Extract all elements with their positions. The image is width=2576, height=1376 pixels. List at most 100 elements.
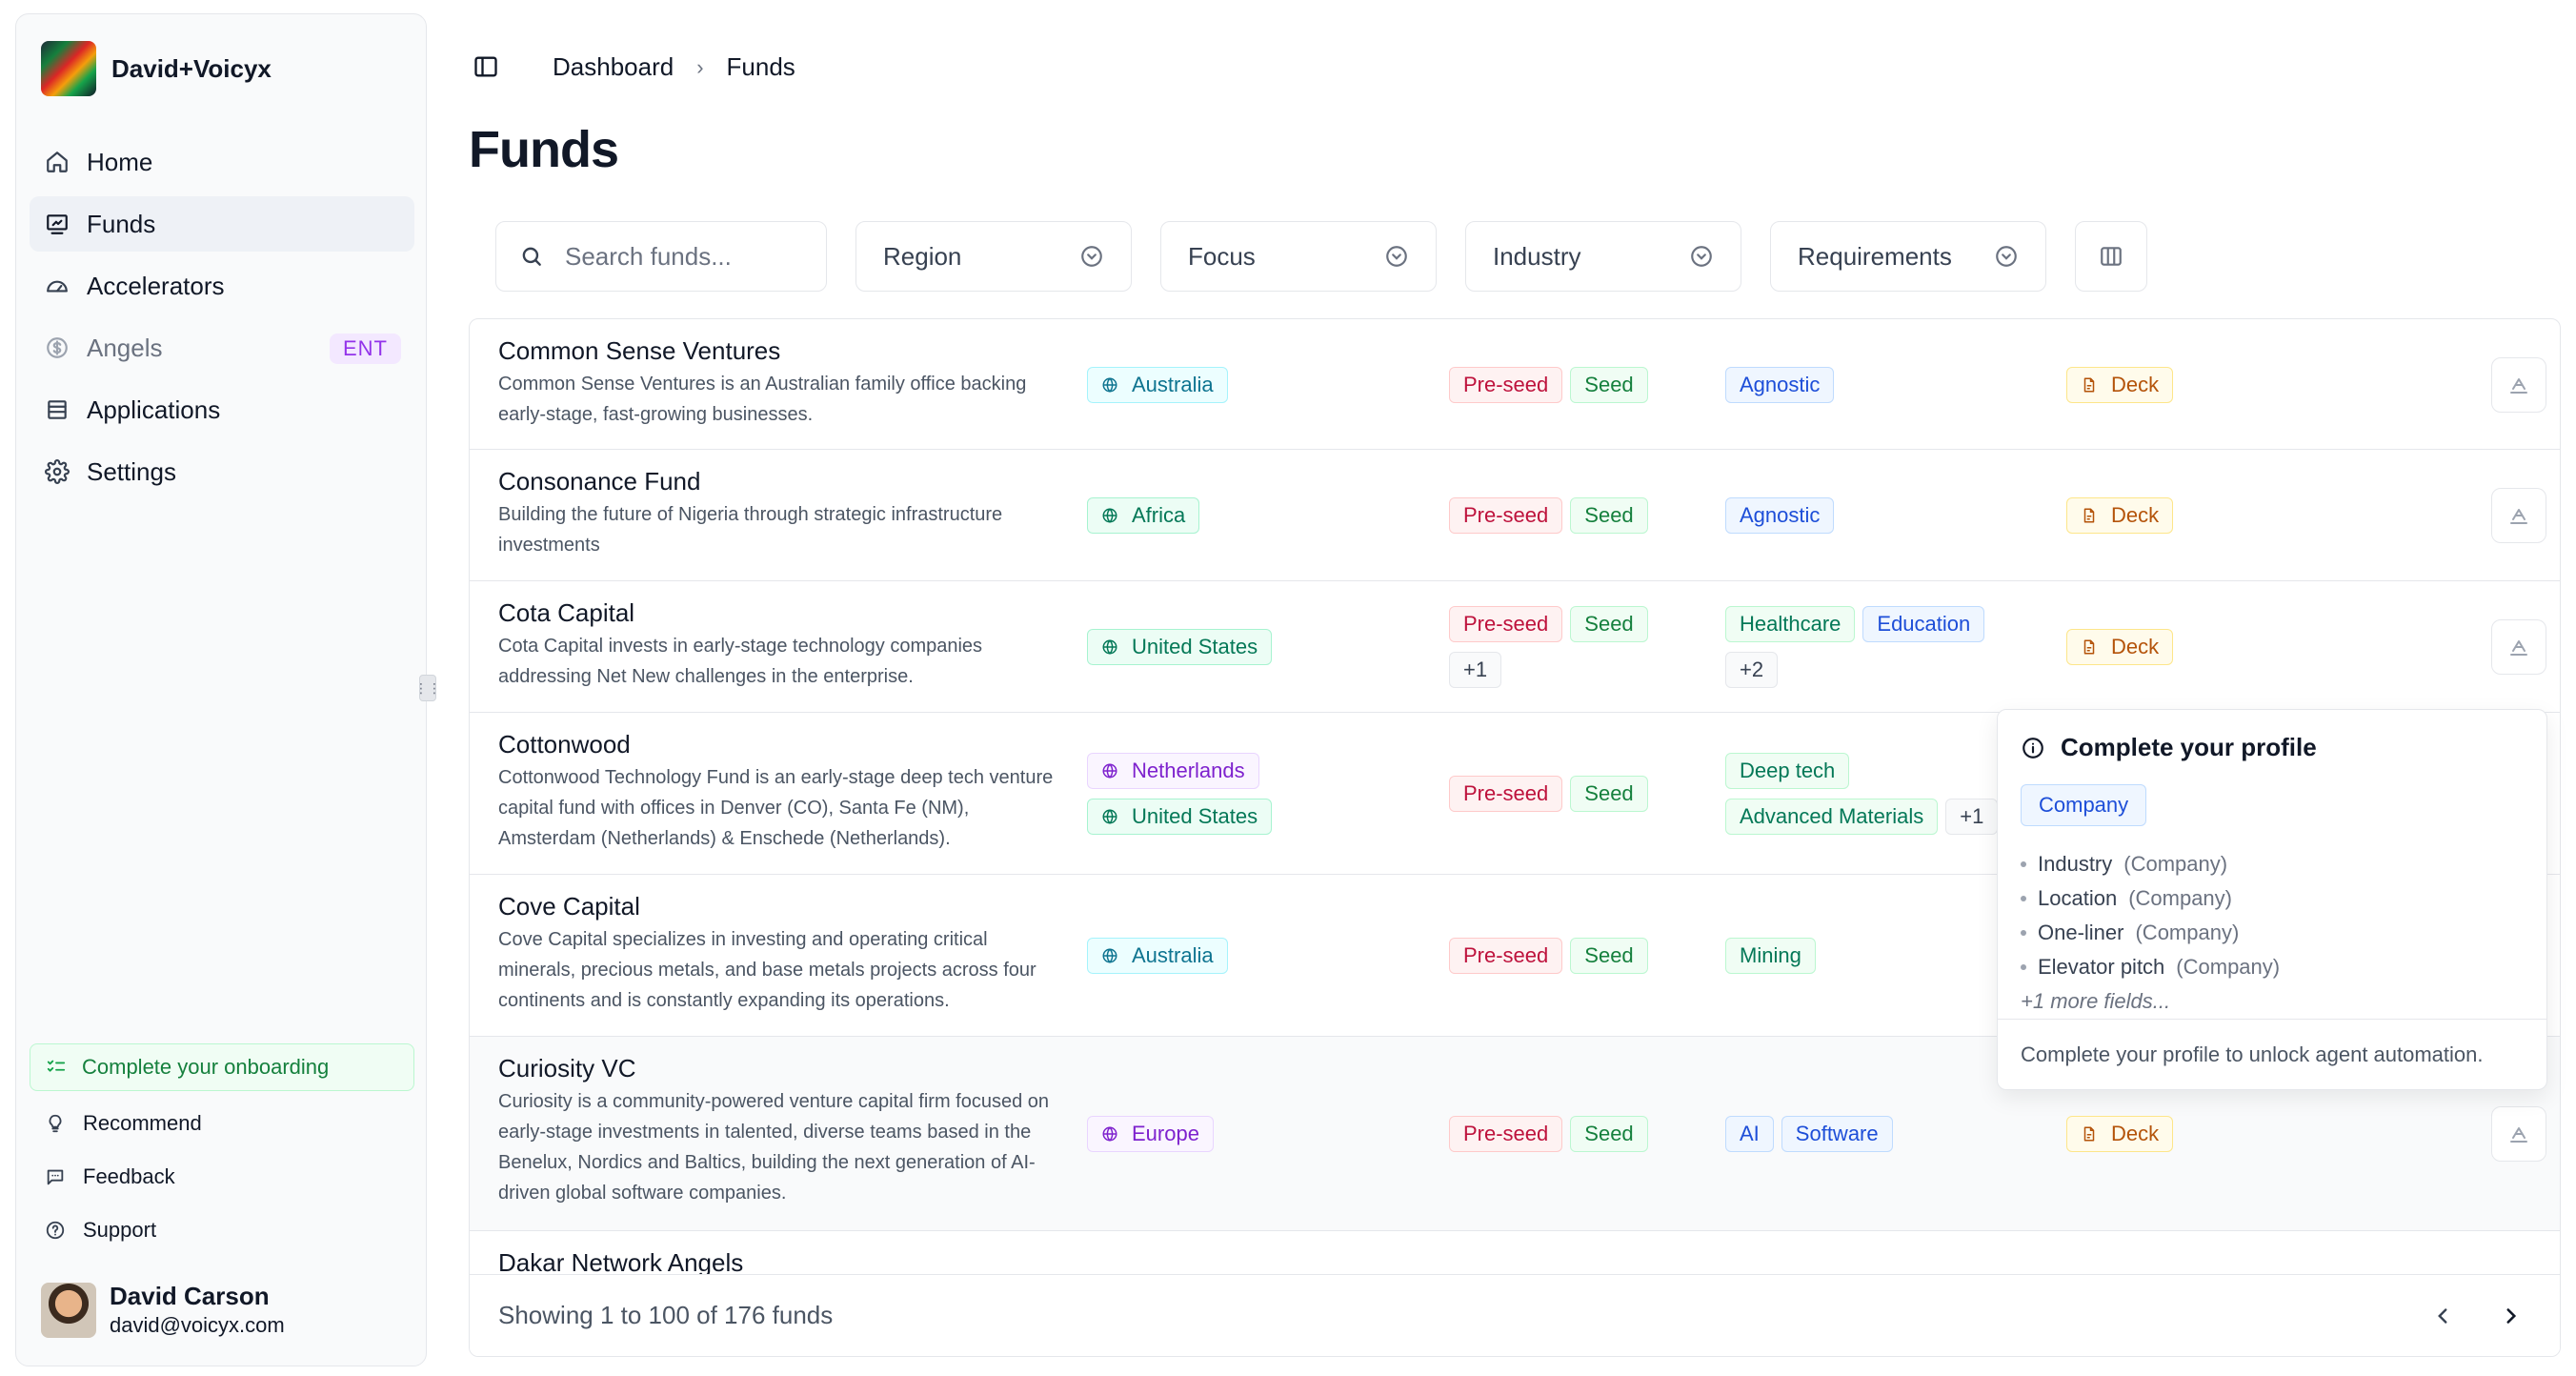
missing-fields-list: Industry (Company) Location (Company) One-… <box>2021 847 2280 1019</box>
industry-filter-label: Industry <box>1493 241 1581 271</box>
fund-description: Curiosity is a community-powered venture… <box>498 1091 1050 1204</box>
document-icon <box>2083 377 2095 392</box>
nav-item-home[interactable]: Home <box>30 134 414 190</box>
feedback-link[interactable]: Feedback <box>30 1150 414 1204</box>
workspace-switcher[interactable]: David+Voicyx <box>41 41 272 96</box>
deck-requirement-tag: Deck <box>2066 497 2174 534</box>
recommend-link[interactable]: Recommend <box>30 1097 414 1150</box>
home-icon <box>43 148 71 176</box>
search-placeholder: Search funds... <box>565 241 732 271</box>
stage-tag: Pre-seed <box>1449 606 1563 642</box>
popover-footer: Complete your profile to unlock agent au… <box>1998 1019 2546 1089</box>
document-icon <box>2083 1126 2095 1142</box>
stage-tag: Seed <box>1570 497 1648 534</box>
nav-item-angels[interactable]: Angels ENT <box>30 320 414 375</box>
region-cell: Australia <box>1087 875 1297 1037</box>
search-input[interactable]: Search funds... <box>495 221 827 292</box>
breadcrumb: Dashboard › Funds <box>553 52 795 82</box>
support-link[interactable]: Support <box>30 1204 414 1257</box>
sidebar-resize-handle[interactable]: ⋮⋮ <box>414 675 441 701</box>
enterprise-badge: ENT <box>330 334 401 364</box>
globe-icon <box>1102 948 1117 963</box>
industry-cell: Healthcare Education +2 <box>1725 581 2021 713</box>
popover-header: Complete your profile <box>2021 733 2317 762</box>
fund-name[interactable]: Curiosity VC <box>498 1054 635 1083</box>
complete-profile-popover: Complete your profile Company Industry (C… <box>1997 709 2547 1090</box>
chevron-down-circle-icon <box>1081 246 1102 267</box>
industry-tag: Deep tech <box>1725 753 1850 789</box>
table-footer: Showing 1 to 100 of 176 funds <box>470 1274 2560 1356</box>
nav-label: Angels <box>87 333 163 362</box>
missing-field: Elevator pitch (Company) <box>2021 950 2280 984</box>
stage-tag: Pre-seed <box>1449 497 1563 534</box>
apply-icon <box>2510 509 2527 524</box>
filter-bar: Search funds... Region Focus Industry Re… <box>495 221 2147 292</box>
info-icon <box>2023 737 2043 759</box>
funds-icon <box>43 210 71 238</box>
applications-icon <box>43 395 71 424</box>
deck-requirement-tag: Deck <box>2066 629 2174 665</box>
chevron-left-icon <box>2438 1308 2447 1324</box>
stage-cell: Pre-seed Seed +1 <box>1449 581 1668 713</box>
fund-name[interactable]: Cove Capital <box>498 892 640 921</box>
industry-filter[interactable]: Industry <box>1465 221 1741 292</box>
recommend-label: Recommend <box>83 1111 202 1135</box>
table-row[interactable]: Consonance Fund Building the future of Ni… <box>470 450 2560 581</box>
missing-field: Location (Company) <box>2021 881 2280 916</box>
sidebar-icon <box>474 56 497 77</box>
apply-button[interactable] <box>2491 356 2546 413</box>
nav-label: Home <box>87 147 153 176</box>
fund-description: Cove Capital specializes in investing an… <box>498 929 1036 1011</box>
company-section-badge: Company <box>2021 784 2147 826</box>
previous-page-button[interactable] <box>2423 1296 2463 1336</box>
more-fields-text: +1 more fields... <box>2021 989 2171 1013</box>
industry-cell: Deep tech Advanced Materials +1 <box>1725 713 2021 875</box>
industry-cell: AI Software <box>1725 1037 2021 1231</box>
fund-name[interactable]: Cota Capital <box>498 598 634 628</box>
nav-item-funds[interactable]: Funds <box>30 196 414 252</box>
fund-name[interactable]: Cottonwood <box>498 730 631 759</box>
support-label: Support <box>83 1218 157 1242</box>
focus-filter[interactable]: Focus <box>1160 221 1437 292</box>
complete-onboarding-button[interactable]: Complete your onboarding <box>30 1043 414 1091</box>
nav-item-accelerators[interactable]: Accelerators <box>30 258 414 314</box>
fund-description: Common Sense Ventures is an Australian f… <box>498 374 1027 425</box>
missing-field: One-liner (Company) <box>2021 916 2280 950</box>
apply-button[interactable] <box>2491 1106 2546 1162</box>
next-page-button[interactable] <box>2491 1296 2531 1336</box>
apply-icon <box>2510 640 2527 656</box>
globe-icon <box>1102 809 1117 824</box>
columns-button[interactable] <box>2075 221 2147 292</box>
nav-item-settings[interactable]: Settings <box>30 444 414 499</box>
region-tag: Australia <box>1087 366 1228 403</box>
requirements-cell: Deck <box>2066 581 2209 713</box>
region-tag: Netherlands <box>1087 753 1259 789</box>
stage-cell: Pre-seed Seed <box>1449 713 1668 875</box>
search-icon <box>522 247 541 266</box>
fund-name[interactable]: Common Sense Ventures <box>498 336 780 366</box>
stage-tag: Pre-seed <box>1449 1116 1563 1152</box>
globe-icon <box>1102 376 1117 393</box>
pagination-summary: Showing 1 to 100 of 176 funds <box>498 1301 834 1329</box>
columns-icon <box>2101 247 2122 266</box>
region-cell: Australia <box>1087 319 1297 450</box>
document-icon <box>2083 639 2095 655</box>
requirements-filter-label: Requirements <box>1798 241 1952 271</box>
table-row[interactable]: Cota Capital Cota Capital invests in earl… <box>470 581 2560 713</box>
apply-button[interactable] <box>2491 619 2546 675</box>
breadcrumb-dashboard[interactable]: Dashboard <box>553 52 674 82</box>
apply-button[interactable] <box>2491 488 2546 543</box>
stage-tag: Pre-seed <box>1449 776 1563 812</box>
region-cell: Africa <box>1087 450 1297 581</box>
main-nav: Home Funds Accelerators Angels ENT Appli… <box>30 134 414 506</box>
region-filter[interactable]: Region <box>855 221 1132 292</box>
table-row[interactable]: Common Sense Ventures Common Sense Ventur… <box>470 319 2560 450</box>
stage-tag: Seed <box>1570 938 1648 974</box>
nav-item-applications[interactable]: Applications <box>30 382 414 437</box>
globe-icon <box>1102 763 1117 779</box>
toggle-sidebar-button[interactable] <box>471 51 501 82</box>
fund-name[interactable]: Consonance Fund <box>498 467 700 496</box>
user-menu[interactable]: David Carson david@voicyx.com <box>41 1282 285 1338</box>
workspace-logo <box>41 41 96 96</box>
requirements-filter[interactable]: Requirements <box>1770 221 2046 292</box>
